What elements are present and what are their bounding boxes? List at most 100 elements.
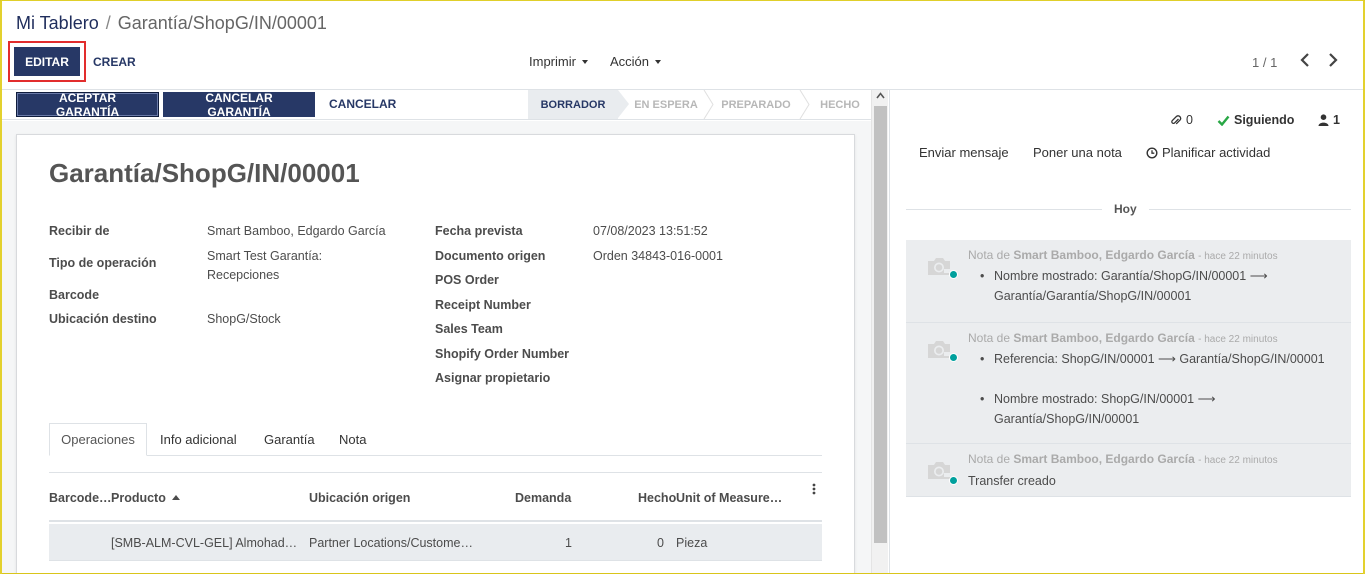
- column-barcode[interactable]: Barcode…: [49, 491, 112, 505]
- message-time: - hace 22 minutos: [1198, 455, 1278, 466]
- caret-down-icon: [655, 59, 662, 64]
- sales-team-label: Sales Team: [435, 322, 503, 336]
- tipo-operacion-value-line1[interactable]: Smart Test Garantía:: [207, 249, 322, 263]
- accept-warranty-button[interactable]: ACEPTAR GARANTÍA: [16, 91, 159, 119]
- message-author: Smart Bamboo, Edgardo García: [1013, 248, 1195, 262]
- column-demanda[interactable]: Demanda: [515, 491, 571, 505]
- recibir-de-value[interactable]: Smart Bamboo, Edgardo García: [207, 224, 386, 238]
- breadcrumb-separator: /: [105, 13, 111, 33]
- schedule-activity-label: Planificar actividad: [1162, 145, 1271, 160]
- column-producto[interactable]: Producto: [111, 491, 180, 505]
- column-hecho[interactable]: Hecho: [638, 491, 676, 505]
- stage-hecho[interactable]: HECHO: [804, 90, 876, 119]
- stage-en-espera[interactable]: EN ESPERA: [624, 90, 714, 119]
- barcode-label: Barcode: [49, 288, 100, 302]
- message-header: Nota de Smart Bamboo, Edgardo García - h…: [968, 248, 1278, 262]
- sort-ascending-icon: [171, 495, 180, 500]
- stage-preparado[interactable]: PREPARADO: [708, 90, 810, 119]
- create-button[interactable]: CREAR: [93, 55, 136, 69]
- action-dropdown[interactable]: Acción: [610, 54, 662, 69]
- tracking-value: Referencia: ShopG/IN/00001 ⟶ Garantía/Sh…: [980, 349, 1339, 369]
- edit-button[interactable]: EDITAR: [14, 47, 80, 76]
- cancel-button[interactable]: CANCELAR: [329, 97, 396, 111]
- following-button[interactable]: Siguiendo: [1217, 113, 1294, 127]
- ubicacion-destino-label: Ubicación destino: [49, 312, 157, 326]
- chatter-message: Nota de Smart Bamboo, Edgardo García - h…: [906, 323, 1351, 444]
- action-dropdown-label: Acción: [610, 54, 650, 69]
- attachments-count: 0: [1186, 113, 1193, 127]
- pager-value[interactable]: 1 / 1: [1252, 55, 1277, 70]
- following-label: Siguiendo: [1234, 113, 1295, 127]
- documento-origen-label: Documento origen: [435, 249, 546, 263]
- status-bar: ACEPTAR GARANTÍA CANCELAR GARANTÍA CANCE…: [0, 90, 871, 120]
- followers-count: 1: [1333, 113, 1340, 127]
- shopify-order-number-label: Shopify Order Number: [435, 347, 570, 361]
- check-icon: [1217, 115, 1230, 126]
- pos-order-label: POS Order: [435, 273, 499, 287]
- notebook-tabs: Operaciones Info adicional Garantía Nota: [49, 423, 822, 456]
- message-header: Nota de Smart Bamboo, Edgardo García - h…: [968, 331, 1278, 345]
- chatter-message: Nota de Smart Bamboo, Edgardo García - h…: [906, 444, 1351, 497]
- breadcrumb-parent[interactable]: Mi Tablero: [16, 13, 99, 33]
- tab-operaciones[interactable]: Operaciones: [49, 423, 147, 456]
- table-row[interactable]: [SMB-ALM-CVL-GEL] Almohad… Partner Locat…: [49, 524, 822, 561]
- message-body: Transfer creado: [968, 474, 1056, 488]
- log-note-button[interactable]: Poner una nota: [1033, 145, 1122, 160]
- print-dropdown-label: Imprimir: [529, 54, 576, 69]
- column-unit-of-measure[interactable]: Unit of Measure…: [676, 491, 782, 505]
- user-icon: [1318, 114, 1329, 126]
- clock-icon: [1146, 146, 1158, 159]
- cell-producto: [SMB-ALM-CVL-GEL] Almohad…: [111, 536, 298, 550]
- attachments-button[interactable]: 0: [1171, 113, 1193, 127]
- cell-hecho: 0: [657, 536, 664, 550]
- cell-ubicacion-origen: Partner Locations/Custome…: [309, 536, 473, 550]
- tracking-value: Nombre mostrado: Garantía/ShopG/IN/00001…: [980, 266, 1334, 306]
- fecha-prevista-value[interactable]: 07/08/2023 13:51:52: [593, 224, 708, 238]
- documento-origen-value: Orden 34843-016-0001: [593, 249, 723, 263]
- chevron-right-icon[interactable]: [1328, 52, 1338, 68]
- ubicacion-destino-value[interactable]: ShopG/Stock: [207, 312, 281, 326]
- tab-nota[interactable]: Nota: [339, 423, 366, 456]
- breadcrumb: Mi Tablero / Garantía/ShopG/IN/00001: [16, 13, 327, 34]
- tab-garantia[interactable]: Garantía: [264, 423, 315, 456]
- followers-button[interactable]: 1: [1318, 113, 1340, 127]
- message-header: Nota de Smart Bamboo, Edgardo García - h…: [968, 452, 1278, 466]
- fecha-prevista-label: Fecha prevista: [435, 224, 523, 238]
- chatter: 0 Siguiendo 1 Enviar mensaje Poner una n…: [889, 90, 1365, 574]
- tracking-value: Nombre mostrado: ShopG/IN/00001 ⟶ Garant…: [980, 389, 1339, 429]
- schedule-activity-button[interactable]: Planificar actividad: [1146, 145, 1270, 160]
- caret-down-icon: [581, 59, 588, 64]
- cell-demanda: 1: [565, 536, 572, 550]
- breadcrumb-current: Garantía/ShopG/IN/00001: [117, 13, 327, 33]
- print-dropdown[interactable]: Imprimir: [529, 54, 588, 69]
- message-author: Smart Bamboo, Edgardo García: [1013, 452, 1195, 466]
- control-panel: Mi Tablero / Garantía/ShopG/IN/00001 EDITA…: [0, 0, 1365, 90]
- stage-borrador[interactable]: BORRADOR: [528, 90, 629, 119]
- chatter-message: Nota de Smart Bamboo, Edgardo García - h…: [906, 240, 1351, 323]
- scroll-up-icon[interactable]: [876, 92, 885, 99]
- message-author: Smart Bamboo, Edgardo García: [1013, 331, 1195, 345]
- stage-pipeline: BORRADOR EN ESPERA PREPARADO HECHO: [528, 90, 876, 119]
- message-time: - hace 22 minutos: [1198, 334, 1278, 345]
- tipo-operacion-value-line2[interactable]: Recepciones: [207, 268, 279, 282]
- optional-columns-icon[interactable]: [812, 483, 816, 495]
- tab-info-adicional[interactable]: Info adicional: [160, 423, 237, 456]
- asignar-propietario-label: Asignar propietario: [435, 371, 551, 385]
- record-title: Garantía/ShopG/IN/00001: [49, 158, 360, 188]
- online-status-icon: [949, 270, 958, 279]
- message-time: - hace 22 minutos: [1198, 251, 1278, 262]
- tipo-operacion-label: Tipo de operación: [49, 256, 157, 270]
- cancel-warranty-button[interactable]: CANCELAR GARANTÍA: [163, 91, 315, 119]
- recibir-de-label: Recibir de: [49, 224, 110, 238]
- online-status-icon: [949, 353, 958, 362]
- scroll-thumb[interactable]: [874, 106, 887, 543]
- scrollbar[interactable]: [871, 90, 888, 574]
- column-ubicacion-origen[interactable]: Ubicación origen: [309, 491, 410, 505]
- table-header: Barcode… Producto Ubicación origen Deman…: [49, 472, 822, 522]
- receipt-number-label: Receipt Number: [435, 298, 531, 312]
- send-message-button[interactable]: Enviar mensaje: [919, 145, 1009, 160]
- cell-unit-of-measure: Pieza: [676, 536, 708, 550]
- online-status-icon: [949, 476, 958, 485]
- paperclip-icon: [1171, 115, 1182, 125]
- chevron-left-icon[interactable]: [1300, 52, 1310, 68]
